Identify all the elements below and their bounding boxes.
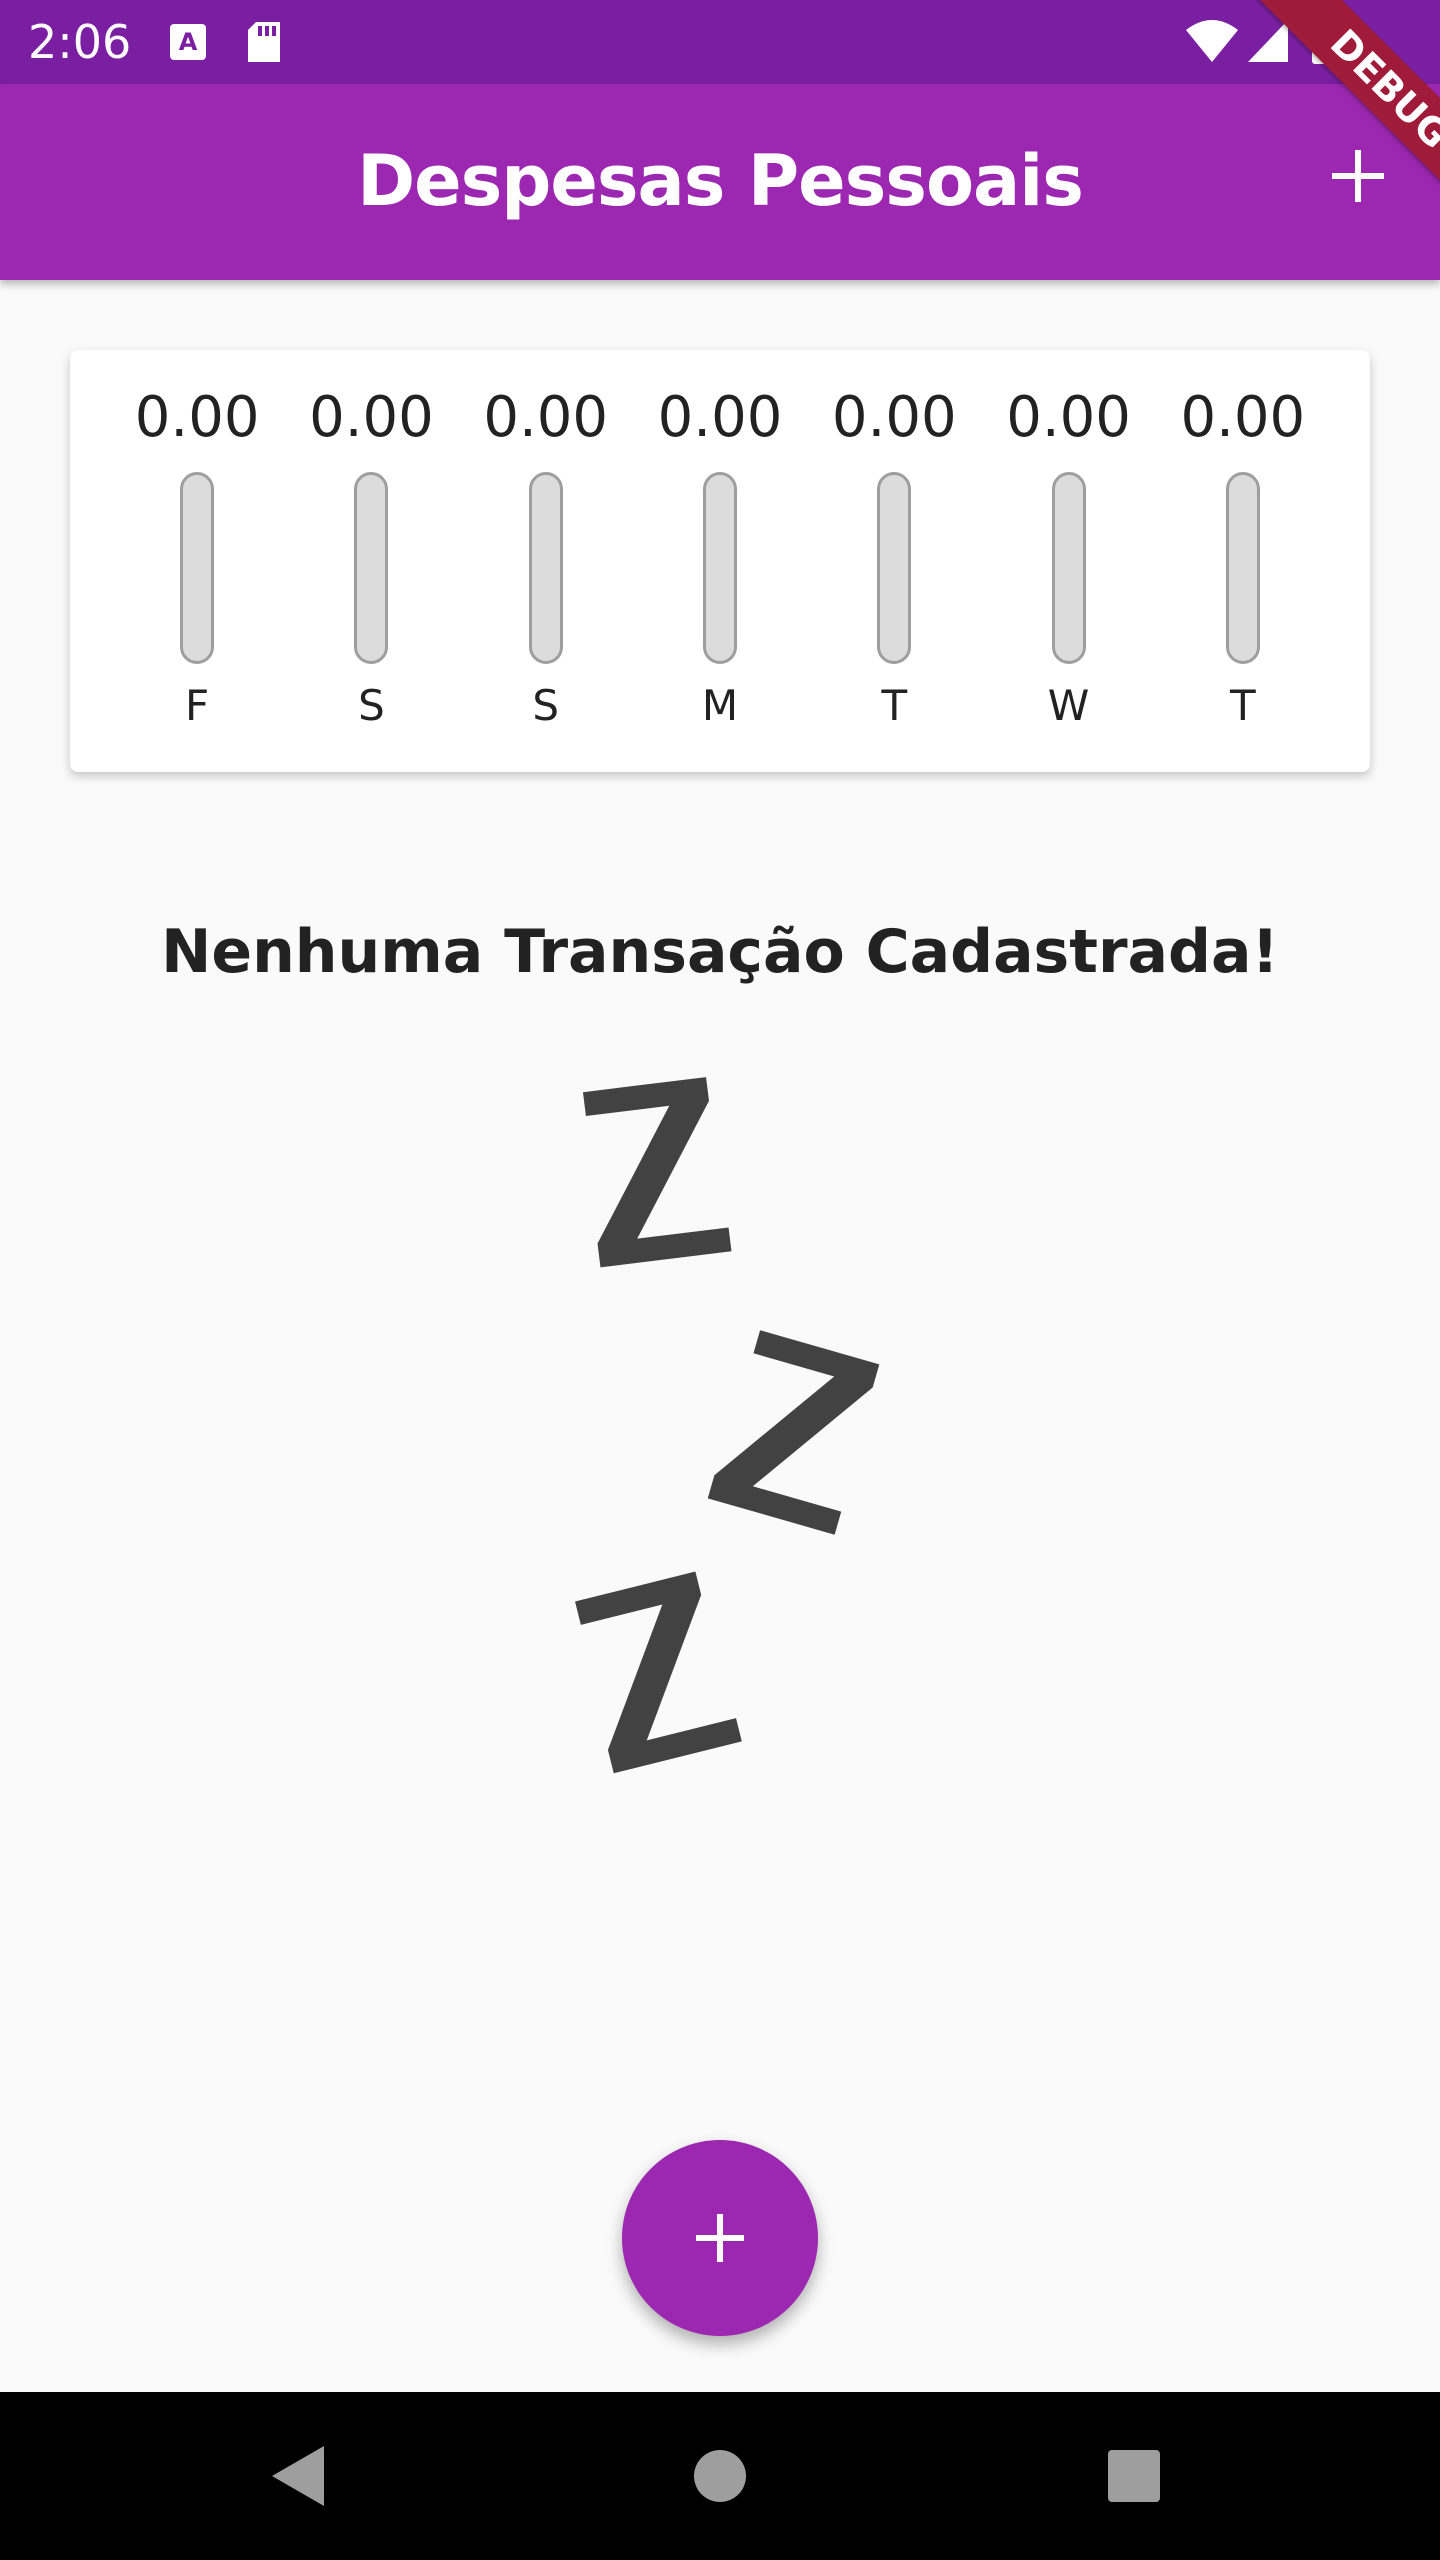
chart-bar-4: 0.00 T <box>807 380 981 750</box>
bar-day-label: F <box>185 681 210 730</box>
app-title: Despesas Pessoais <box>357 140 1084 222</box>
sd-card-icon <box>248 22 280 62</box>
bar-value: 0.00 <box>134 385 260 450</box>
bar-day-label: S <box>358 681 385 730</box>
bar-track <box>528 472 563 664</box>
bar-day-label: S <box>532 681 560 730</box>
bar-value: 0.00 <box>483 385 609 450</box>
back-triangle-icon[interactable] <box>250 2426 350 2526</box>
empty-state-message: Nenhuma Transação Cadastrada! <box>161 917 1279 987</box>
bar-track <box>354 472 389 664</box>
bar-track <box>1051 472 1086 664</box>
bar-track <box>1225 472 1260 664</box>
bar-value: 0.00 <box>1180 385 1306 450</box>
chart-bar-3: 0.00 M <box>633 380 807 750</box>
bar-track <box>180 472 215 664</box>
bar-value: 0.00 <box>1006 385 1131 450</box>
chart-bar-2: 0.00 S <box>459 380 633 750</box>
chart-bar-1: 0.00 S <box>284 380 458 750</box>
zzz-sleep-icon <box>575 1077 880 1774</box>
plus-icon <box>1332 150 1384 202</box>
bar-day-label: T <box>1230 681 1256 730</box>
bar-day-label: W <box>1047 681 1090 730</box>
bar-value: 0.00 <box>309 385 434 450</box>
weekly-chart: 0.00 F 0.00 S 0.00 S 0.00 M 0.00 T 0.00 … <box>70 350 1370 772</box>
bar-value: 0.00 <box>657 385 783 450</box>
bar-day-label: T <box>881 681 908 730</box>
signal-icon <box>1248 20 1288 62</box>
system-nav-bar <box>0 2392 1440 2560</box>
chart-bar-0: 0.00 F <box>110 380 284 750</box>
chart-bar-6: 0.00 T <box>1156 380 1330 750</box>
home-circle-icon[interactable] <box>670 2426 770 2526</box>
plus-icon <box>696 2214 744 2262</box>
add-transaction-button[interactable] <box>1310 128 1406 224</box>
status-time: 2:06 <box>28 15 132 69</box>
bar-value: 0.00 <box>831 385 957 450</box>
app-bar: Despesas Pessoais <box>0 84 1440 280</box>
chart-bars: 0.00 F 0.00 S 0.00 S 0.00 M 0.00 T 0.00 … <box>110 380 1330 750</box>
bar-track <box>877 472 912 664</box>
wifi-icon <box>1186 20 1238 62</box>
bar-track <box>702 472 737 664</box>
bar-day-label: M <box>701 681 739 730</box>
text-a-icon: A <box>170 24 206 60</box>
chart-bar-5: 0.00 W <box>981 380 1155 750</box>
fab-add-button[interactable] <box>622 2140 818 2336</box>
recents-square-icon[interactable] <box>1084 2426 1184 2526</box>
status-bar: 2:06 A <box>0 0 1440 84</box>
battery-icon <box>1312 14 1338 64</box>
svg-text:A: A <box>179 28 198 56</box>
